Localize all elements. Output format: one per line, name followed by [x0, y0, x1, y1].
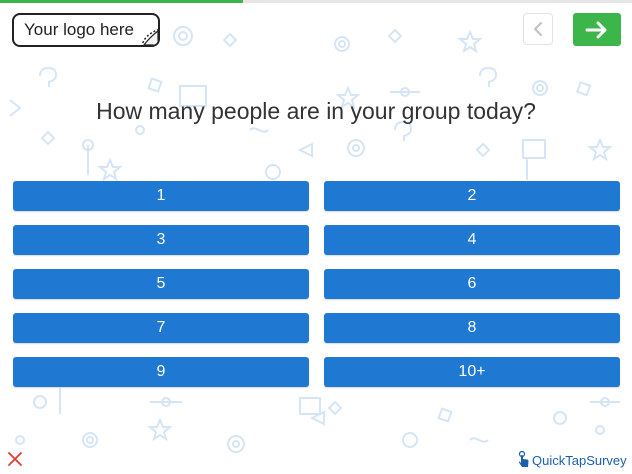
next-button[interactable]	[573, 13, 621, 46]
option-9[interactable]: 9	[13, 357, 309, 387]
close-icon[interactable]	[7, 451, 23, 467]
logo-placeholder: Your logo here	[12, 13, 160, 47]
tap-hand-icon	[518, 451, 529, 467]
option-1[interactable]: 1	[13, 181, 309, 211]
progress-bar-fill	[0, 0, 244, 3]
option-10-plus[interactable]: 10+	[324, 357, 620, 387]
option-3[interactable]: 3	[13, 225, 309, 255]
arrow-right-icon	[585, 21, 607, 38]
logo-text: Your logo here	[24, 20, 134, 39]
answer-options: 1 2 3 4 5 6 7 8 9 10+	[13, 181, 620, 387]
brand-logo: QuickTapSurvey	[518, 450, 627, 470]
back-button[interactable]	[523, 13, 553, 45]
option-7[interactable]: 7	[13, 313, 309, 343]
chevron-left-icon	[533, 21, 543, 37]
option-2[interactable]: 2	[324, 181, 620, 211]
option-4[interactable]: 4	[324, 225, 620, 255]
progress-bar	[0, 0, 632, 3]
question-text: How many people are in your group today?	[96, 98, 536, 124]
option-6[interactable]: 6	[324, 269, 620, 299]
brand-name: QuickTapSurvey	[532, 452, 627, 468]
option-8[interactable]: 8	[324, 313, 620, 343]
option-5[interactable]: 5	[13, 269, 309, 299]
page-curl-icon	[141, 28, 158, 45]
